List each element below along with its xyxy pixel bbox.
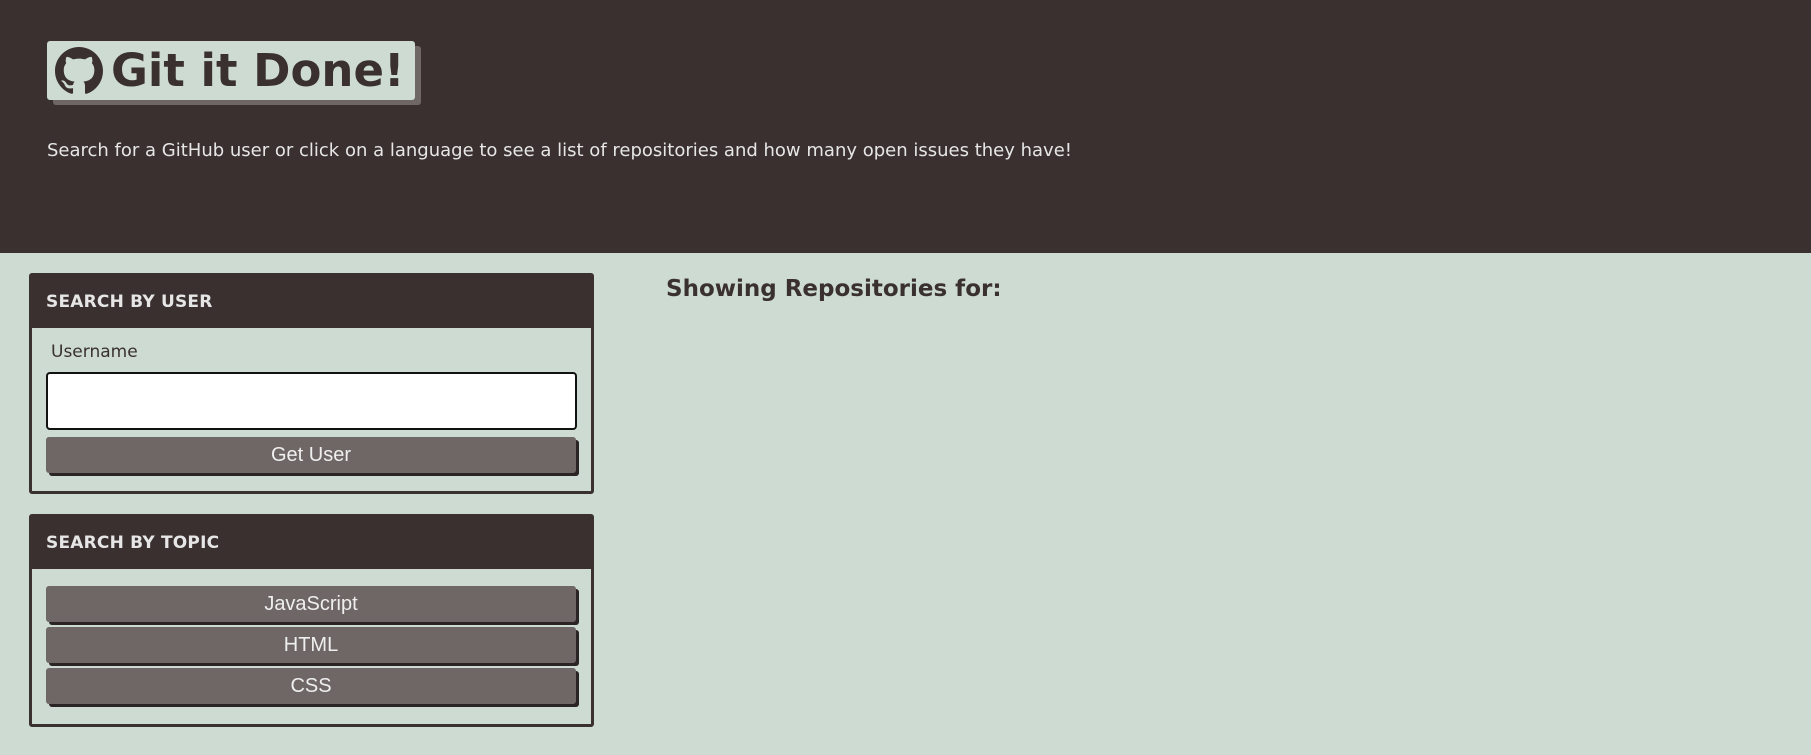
search-by-topic-heading: SEARCH BY TOPIC — [32, 517, 591, 569]
username-input[interactable] — [46, 372, 577, 430]
repositories-heading: Showing Repositories for: — [666, 276, 1002, 302]
search-by-user-card: SEARCH BY USER Username Get User — [29, 273, 594, 494]
search-by-user-heading: SEARCH BY USER — [32, 276, 591, 328]
language-button-css[interactable]: CSS — [46, 668, 576, 704]
language-button-html[interactable]: HTML — [46, 627, 576, 663]
github-octocat-icon — [55, 46, 103, 95]
get-user-button[interactable]: Get User — [46, 437, 576, 473]
username-label: Username — [51, 342, 138, 362]
page-header: Git it Done! Search for a GitHub user or… — [0, 0, 1811, 253]
language-button-javascript[interactable]: JavaScript — [46, 586, 576, 622]
brand: Git it Done! — [47, 41, 415, 100]
page-subtitle: Search for a GitHub user or click on a l… — [47, 140, 1072, 161]
page-title: Git it Done! — [111, 44, 405, 97]
search-by-topic-card: SEARCH BY TOPIC JavaScript HTML CSS — [29, 514, 594, 727]
